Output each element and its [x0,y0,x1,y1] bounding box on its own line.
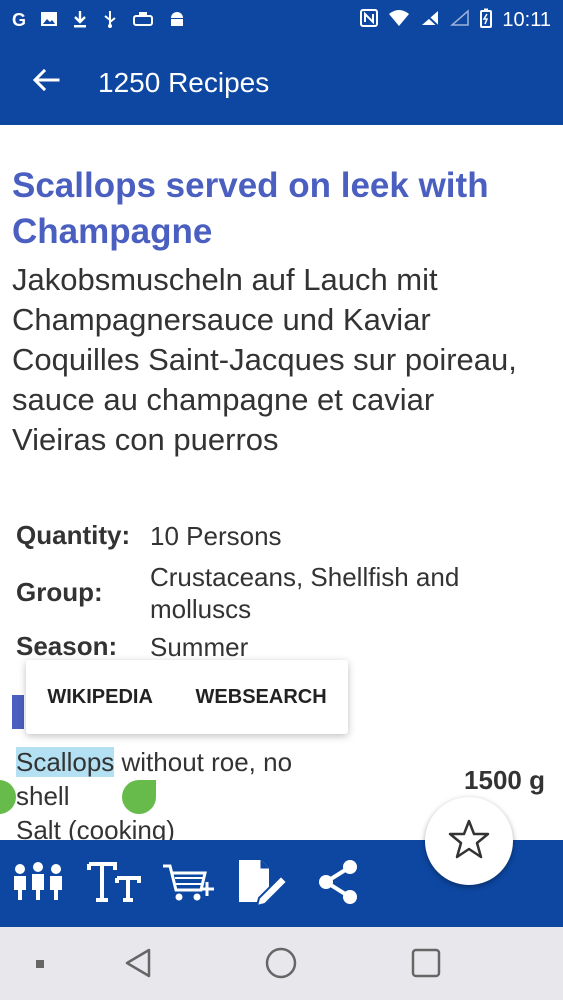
status-left-icons: G [0,10,186,31]
selected-text[interactable]: Scallops [16,747,115,777]
android-icon [168,10,186,31]
menu-item-wikipedia[interactable]: WIKIPEDIA [39,678,161,717]
app-title: 1250 Recipes [98,66,270,98]
taxi-icon [132,10,154,31]
system-nav-bar [0,927,563,1000]
edit-note-icon [235,858,289,911]
star-icon [448,819,490,864]
recipe-alternative-names: Jakobsmuscheln auf Lauch mit Champagners… [12,262,517,457]
status-bar: G 10:11 [0,0,563,40]
usb-icon [102,10,118,31]
back-button[interactable] [14,51,78,115]
nav-back-button[interactable] [118,945,158,985]
circle-home-icon [264,946,298,985]
edit-note-button[interactable] [234,858,290,911]
favorite-button[interactable] [425,797,513,885]
nfc-icon [360,8,379,32]
text-size-button[interactable] [86,860,142,908]
selection-handle-start[interactable] [0,780,16,814]
ingredients-heading [12,695,24,729]
persons-button[interactable] [10,860,66,908]
square-recents-icon [410,947,442,984]
ingredient-quantity: 1500 g [464,765,545,795]
nav-home-button[interactable] [261,945,301,985]
nav-recents-button[interactable] [406,945,446,985]
persons-icon [11,861,65,907]
selection-handle-end[interactable] [122,780,156,814]
share-icon [314,858,362,911]
text-selection-menu: WIKIPEDIA WEBSEARCH [26,660,348,734]
group-value: Crustaceans, Shellfish and molluscs [150,562,460,624]
google-icon: G [12,10,27,30]
triangle-back-icon [123,947,153,984]
arrow-back-icon [32,68,60,97]
status-time: 10:11 [502,8,551,31]
add-to-cart-button[interactable] [160,860,216,908]
no-signal-icon [420,9,440,32]
download-icon [72,10,88,31]
season-label: Season: [16,631,118,661]
menu-item-websearch[interactable]: WEBSEARCH [188,678,335,717]
battery-icon [480,8,493,33]
dot-icon [35,956,45,974]
nav-menu-button[interactable] [20,945,60,985]
app-bar: 1250 Recipes [0,40,563,125]
quantity-label: Quantity: [16,520,131,550]
text-size-icon [87,860,141,909]
add-to-cart-icon [161,860,215,909]
signal-icon [450,8,470,32]
ingredient-item[interactable]: Scallops without roe, no shell [16,745,346,813]
image-icon [40,10,58,31]
status-right-icons: 10:11 [360,8,563,33]
season-value: Summer [150,632,249,662]
ingredient-item-next[interactable]: Salt (cooking) [16,815,175,840]
quantity-value: 10 Persons [150,521,282,551]
recipe-title: Scallops served on leek with Champagne [12,166,489,251]
share-button[interactable] [310,858,366,911]
wifi-icon [388,9,410,32]
group-label: Group: [16,577,103,607]
